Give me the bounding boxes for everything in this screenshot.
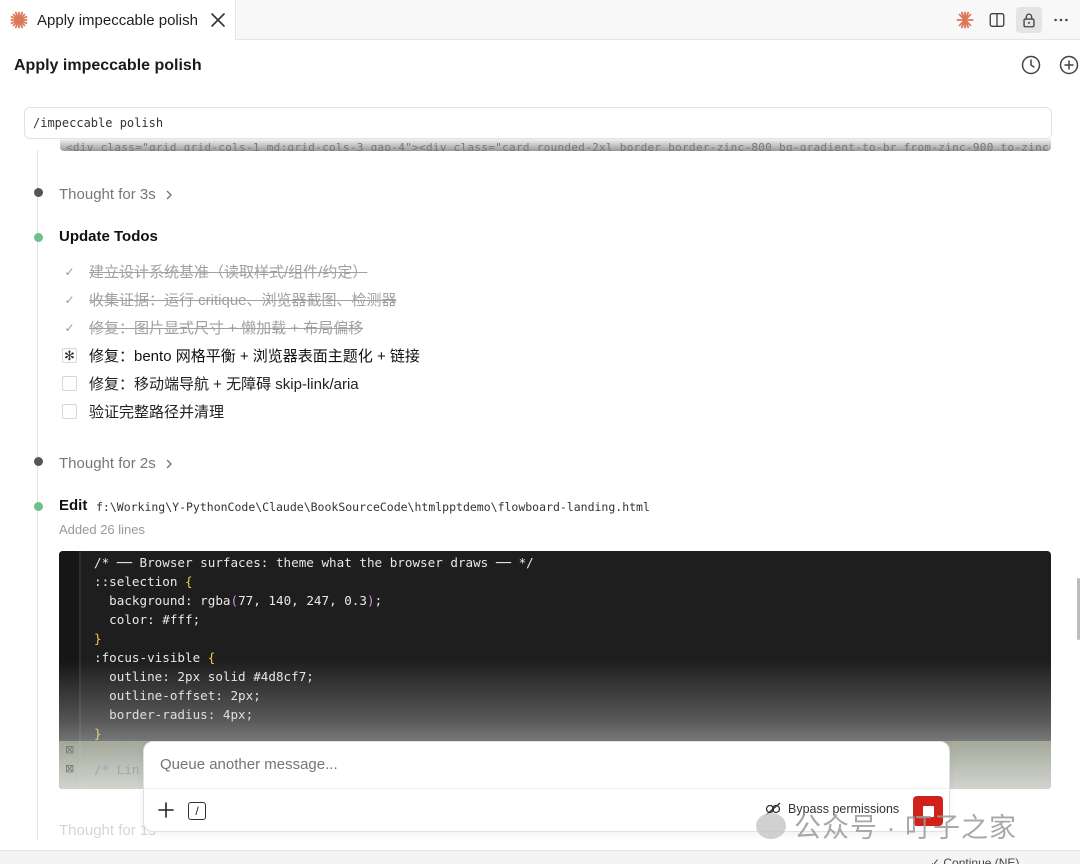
code-line: /* ── Browser surfaces: theme what the b…	[94, 555, 534, 570]
wechat-icon	[756, 812, 786, 839]
timeline-rail	[37, 150, 38, 840]
code-line: outline: 2px solid #4d8cf7;	[94, 669, 314, 684]
diff-marker-icon: ⊠	[65, 744, 75, 756]
todo-label: 验证完整路径并清理	[89, 404, 225, 421]
composer-divider	[144, 788, 949, 789]
more-options-button[interactable]	[1048, 7, 1074, 33]
watermark-text: 公众号 · 叮子之家	[794, 813, 1017, 843]
code-line: border-radius: 4px;	[94, 707, 254, 722]
message-input[interactable]	[160, 756, 760, 773]
thought-label: Thought for 2s	[59, 455, 156, 472]
lock-button[interactable]	[1016, 7, 1042, 33]
code-content: /* ── Browser surfaces: theme what the b…	[94, 553, 534, 743]
faded-thought-label: Thought for 1s	[59, 822, 156, 839]
todo-item: 修复：移动端导航 + 无障碍 skip-link/aria	[62, 373, 359, 394]
todo-item: ✓ 建立设计系统基准（读取样式/组件/约定）	[62, 261, 367, 282]
clock-icon	[1021, 55, 1041, 75]
ellipsis-icon	[1054, 18, 1068, 22]
code-line: outline-offset: 2px;	[94, 688, 261, 703]
todo-label: 收集证据：运行 critique、浏览器截图、检测器	[89, 292, 397, 309]
code-token: ::selection {	[94, 574, 193, 589]
close-icon[interactable]	[208, 10, 228, 30]
todo-item: 验证完整路径并清理	[62, 401, 224, 422]
code-line: background: rgba(77, 140, 247, 0.3);	[94, 593, 383, 608]
code-line: }	[94, 726, 102, 741]
todo-label: 建立设计系统基准（读取样式/组件/约定）	[89, 264, 368, 281]
checkmark-icon: ✓	[62, 320, 77, 335]
thought-label: Thought for 3s	[59, 186, 156, 203]
timeline-dot	[34, 457, 43, 466]
claude-star-icon	[10, 11, 28, 29]
edit-title: Edit	[59, 497, 88, 514]
in-progress-icon: ✻	[62, 348, 77, 363]
code-line: /* Lin	[94, 762, 140, 777]
plus-circle-icon	[1059, 55, 1079, 75]
claude-star-icon	[956, 11, 974, 29]
todo-item: ✓ 收集证据：运行 critique、浏览器截图、检测器	[62, 289, 397, 310]
thought-toggle-2[interactable]: Thought for 2s	[59, 455, 174, 472]
todo-label: 修复：移动端导航 + 无障碍 skip-link/aria	[89, 376, 359, 393]
code-line: }	[94, 631, 102, 646]
code-line: color: #fff;	[94, 612, 201, 627]
chevron-right-icon	[166, 190, 172, 199]
plus-icon[interactable]	[156, 800, 176, 820]
tab-bar: Apply impeccable polish	[0, 0, 1080, 40]
lock-icon	[1023, 13, 1035, 28]
truncated-code-preview: <div class="grid grid-cols-1 md:grid-col…	[60, 139, 1051, 151]
todo-label: 修复：图片显式尺寸 + 懒加载 + 布局偏移	[89, 320, 364, 337]
empty-checkbox-icon	[62, 376, 77, 391]
status-text[interactable]: ✓ Continue (NE)	[930, 856, 1019, 864]
chevron-right-icon	[166, 459, 172, 468]
command-text: /impeccable polish	[33, 116, 164, 130]
checkmark-icon: ✓	[62, 264, 77, 279]
split-view-icon	[989, 13, 1005, 27]
tab-title: Apply impeccable polish	[37, 11, 198, 29]
diff-marker-icon: ⊠	[65, 763, 75, 775]
truncated-code-text: <div class="grid grid-cols-1 md:grid-col…	[66, 141, 1051, 151]
timeline-dot	[34, 188, 43, 197]
todo-item: ✻ 修复：bento 网格平衡 + 浏览器表面主题化 + 链接	[62, 345, 420, 366]
status-bar: ✓ Continue (NE)	[0, 850, 1080, 864]
todo-item: ✓ 修复：图片显式尺寸 + 懒加载 + 布局偏移	[62, 317, 363, 338]
todos-title: Update Todos	[59, 228, 158, 245]
empty-checkbox-icon	[62, 404, 77, 419]
timeline-dot-success	[34, 502, 43, 511]
code-line: ::selection {	[94, 574, 193, 589]
code-line: :focus-visible {	[94, 650, 215, 665]
claude-star-button[interactable]	[952, 7, 978, 33]
page-title: Apply impeccable polish	[14, 57, 202, 74]
edit-file-path[interactable]: f:\Working\Y-PythonCode\Claude\BookSourc…	[96, 500, 650, 514]
todo-label: 修复：bento 网格平衡 + 浏览器表面主题化 + 链接	[89, 348, 420, 365]
code-token: :focus-visible {	[94, 650, 216, 665]
checkmark-icon: ✓	[62, 292, 77, 307]
slash-command-button[interactable]: /	[188, 802, 206, 820]
watermark: 公众号 · 叮子之家	[756, 806, 1017, 845]
conversation-header: Apply impeccable polish	[0, 40, 1080, 92]
timeline-dot-success	[34, 233, 43, 242]
edit-summary: Added 26 lines	[59, 522, 146, 537]
slash-icon: /	[195, 804, 199, 818]
history-button[interactable]	[1020, 54, 1042, 76]
new-chat-button[interactable]	[1058, 54, 1080, 76]
command-message: /impeccable polish	[24, 107, 1052, 139]
thought-toggle-1[interactable]: Thought for 3s	[59, 186, 174, 203]
split-view-button[interactable]	[984, 7, 1010, 33]
tab-active[interactable]: Apply impeccable polish	[0, 0, 236, 40]
